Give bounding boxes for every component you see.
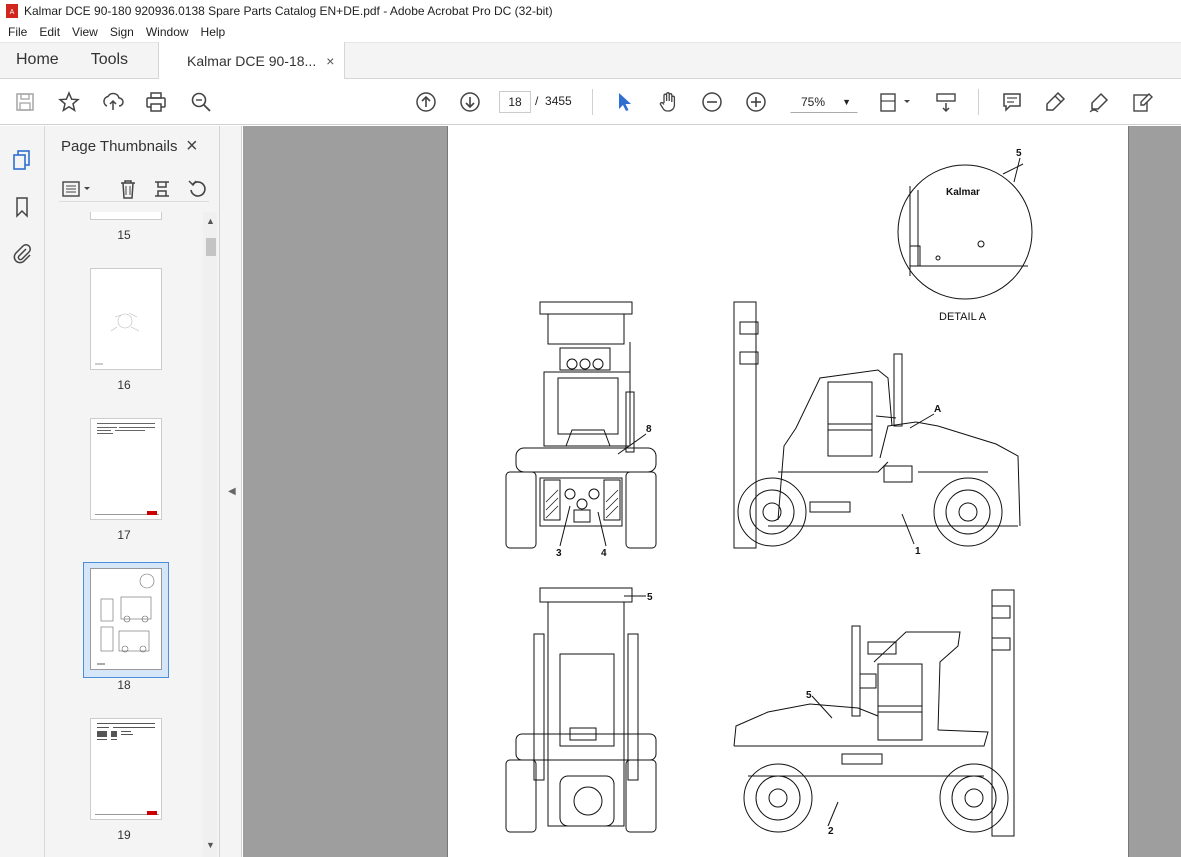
thumbnails-panel: Page Thumbnails × 15 16 17 18 19 ▲ ▼ [45,126,220,857]
zoom-search-icon[interactable] [189,90,213,114]
thumbnail-scrollbar[interactable]: ▲ ▼ [203,212,217,857]
menu-file[interactable]: File [2,25,33,39]
comment-icon[interactable] [1000,90,1024,114]
thumbnail-drawing [95,723,159,815]
extract-pages-icon[interactable] [151,178,173,200]
menu-edit[interactable]: Edit [33,25,66,39]
window-title: Kalmar DCE 90-180 920936.0138 Spare Part… [24,4,553,18]
menubar: File Edit View Sign Window Help [0,22,1181,42]
tab-tools[interactable]: Tools [75,42,144,78]
thumbnail-label: 16 [117,378,131,392]
bookmark-icon[interactable] [11,196,33,218]
zoom-value: 75% [801,95,826,109]
highlight-icon[interactable] [1043,90,1067,114]
callout-label: 4 [601,548,607,559]
callout-label: 5 [806,690,812,701]
delete-icon[interactable] [117,178,139,200]
callout-label: 3 [556,548,562,559]
hand-icon[interactable] [656,90,680,114]
tab-document-label: Kalmar DCE 90-18... [187,52,317,69]
forklift-technical-drawing: Kalmar DETAIL A 5 A 8 3 4 1 5 5 2 [505,148,1033,837]
window-titlebar: A Kalmar DCE 90-180 920936.0138 Spare Pa… [0,0,1181,22]
thumbnail-drawing [97,573,155,665]
menu-window[interactable]: Window [140,25,195,39]
document-viewer[interactable]: Kalmar DETAIL A 5 A 8 3 4 1 5 5 2 [243,126,1181,857]
left-rail [0,126,45,857]
scrollbar-thumb[interactable] [206,238,216,256]
tab-document[interactable]: Kalmar DCE 90-18... × [158,42,346,79]
pdf-page: Kalmar DETAIL A 5 A 8 3 4 1 5 5 2 [447,126,1129,857]
page-thumbnail[interactable] [90,212,162,220]
tabbar: Home Tools Kalmar DCE 90-18... × [0,42,1181,79]
thumbnail-label: 18 [117,678,131,692]
page-thumbnail[interactable] [90,268,162,370]
tab-home[interactable]: Home [0,42,75,78]
next-page-icon[interactable] [458,90,482,114]
callout-label: 8 [646,424,652,435]
page-thumbnail[interactable] [90,568,162,670]
zoom-in-icon[interactable] [744,90,768,114]
total-pages: 3455 [545,94,572,108]
svg-text:A: A [10,9,15,16]
zoom-select[interactable]: 75% ▼ [790,91,858,113]
callout-label: A [934,404,941,415]
thumbnail-label: 17 [117,528,131,542]
thumbnail-label: 15 [117,228,131,242]
share-icon[interactable] [101,90,125,114]
sign-icon[interactable] [1087,90,1111,114]
callout-label: 2 [828,826,834,837]
thumbnail-drawing [95,423,159,515]
page-number-input[interactable]: 18 [499,91,531,113]
thumbnail-label: 19 [117,828,131,842]
scroll-up-icon[interactable]: ▲ [206,216,215,226]
edit-pdf-icon[interactable] [1131,90,1155,114]
callout-label: 5 [647,592,653,603]
page-separator: / [535,94,539,108]
thumbnail-toolbar [59,176,209,202]
collapse-arrow-icon: ◀ [228,486,236,497]
panel-collapse-handle[interactable]: ◀ [220,126,242,857]
page-thumbnail[interactable] [90,418,162,520]
acrobat-pdf-icon: A [6,4,18,18]
print-icon[interactable] [144,90,168,114]
menu-sign[interactable]: Sign [104,25,140,39]
panel-close-icon[interactable]: × [186,135,198,158]
toolbar-divider [592,89,593,115]
options-menu-icon[interactable] [61,178,95,200]
star-icon[interactable] [57,90,81,114]
prev-page-icon[interactable] [414,90,438,114]
thumbnail-drawing [95,312,140,365]
callout-label: 5 [1016,148,1022,159]
main-toolbar: 18 / 3455 75% ▼ [0,79,1181,125]
tab-close-icon[interactable]: × [326,53,334,69]
scroll-mode-icon[interactable] [934,90,958,114]
fit-page-icon[interactable] [878,90,912,114]
panel-title: Page Thumbnails [61,138,178,155]
zoom-out-icon[interactable] [700,90,724,114]
rotate-icon[interactable] [187,178,209,200]
chevron-down-icon: ▼ [842,97,851,107]
save-icon[interactable] [13,90,37,114]
page-thumbnails-icon[interactable] [11,148,33,170]
toolbar-divider [978,89,979,115]
page-thumbnail[interactable] [90,718,162,820]
detail-label: DETAIL A [939,311,987,323]
menu-help[interactable]: Help [195,25,232,39]
detail-brand-mark: Kalmar [946,187,980,198]
page-total: / 3455 [535,94,572,108]
callout-label: 1 [915,546,921,557]
attachment-icon[interactable] [11,242,33,264]
select-arrow-icon[interactable] [612,90,636,114]
thumbnail-list[interactable]: 15 16 17 18 19 [45,212,203,857]
menu-view[interactable]: View [66,25,104,39]
scroll-down-icon[interactable]: ▼ [206,840,215,850]
